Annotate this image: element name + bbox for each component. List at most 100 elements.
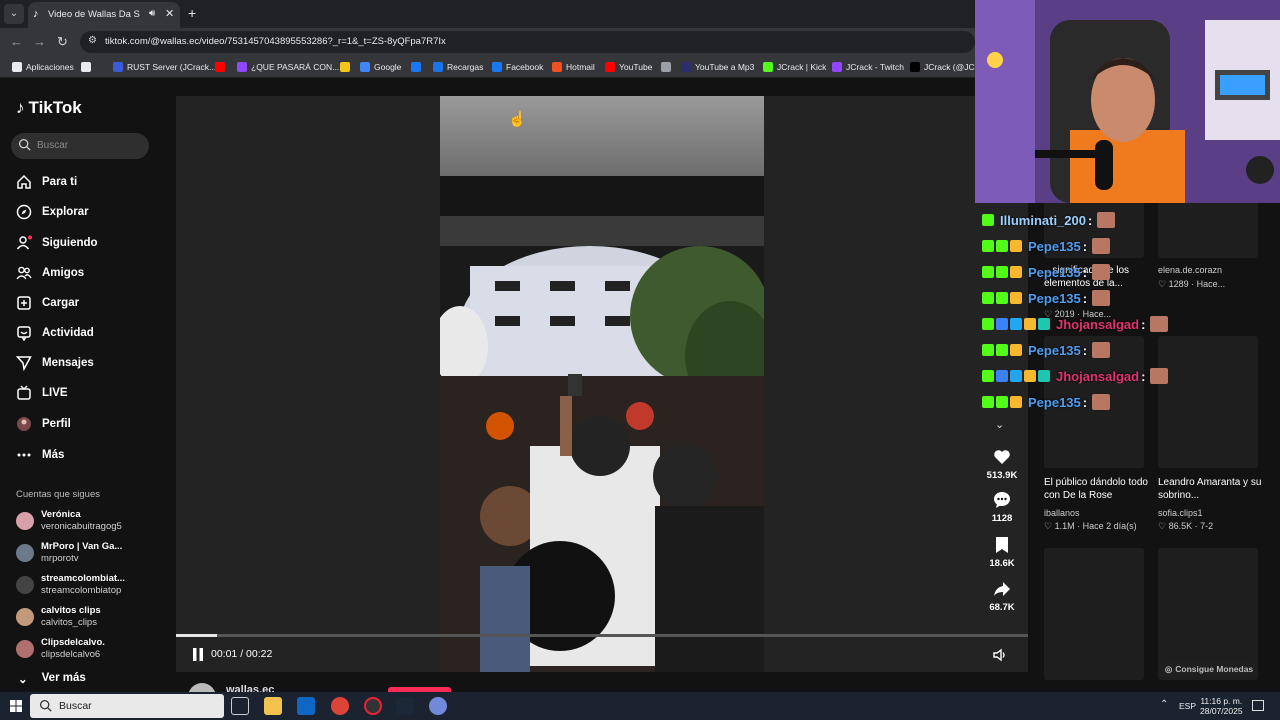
chat-username[interactable]: Illuminati_200: [1000, 213, 1086, 228]
chat-username[interactable]: Pepe135: [1028, 291, 1081, 306]
file-explorer-icon[interactable]: [264, 697, 282, 715]
chat-username[interactable]: Pepe135: [1028, 395, 1081, 410]
account-name: Verónica: [41, 509, 81, 520]
task-view-icon[interactable]: [231, 697, 249, 715]
obs-icon[interactable]: [364, 697, 382, 715]
bookmark-item[interactable]: YouTube: [605, 60, 652, 74]
keyboard-language[interactable]: ESP: [1179, 701, 1196, 711]
tray-expand-icon[interactable]: ⌃: [1160, 699, 1168, 710]
following-account[interactable]: Verónica veronicabuitragog5: [16, 508, 166, 534]
bookmark-item[interactable]: Aplicaciones: [12, 60, 74, 74]
bookmark-favicon-icon: [215, 62, 225, 72]
bookmark-item[interactable]: [215, 60, 225, 74]
card-username[interactable]: iballanos: [1044, 508, 1080, 518]
clock-date: 28/07/2025: [1200, 706, 1243, 716]
bookmark-item[interactable]: Facebook: [492, 60, 543, 74]
bookmark-item[interactable]: [661, 60, 671, 74]
sidebar-item-actividad[interactable]: Actividad: [16, 323, 94, 343]
bookmark-item[interactable]: [411, 60, 421, 74]
bookmark-item[interactable]: [81, 60, 91, 74]
bookmark-favicon-icon: [433, 62, 443, 72]
sidebar-item-mensajes[interactable]: Mensajes: [16, 353, 94, 373]
avatar: [16, 608, 34, 626]
chat-username[interactable]: Pepe135: [1028, 343, 1081, 358]
account-name: Clipsdelcalvo.: [41, 637, 105, 648]
video-progress-bar[interactable]: [176, 634, 1028, 637]
bookmark-item[interactable]: RUST Server (JCrack...: [113, 60, 216, 74]
sidebar-item-live[interactable]: LIVE: [16, 383, 68, 403]
save-button[interactable]: 18.6K: [982, 535, 1022, 569]
card-title[interactable]: El público dándolo todo con De la Rose: [1044, 476, 1154, 502]
following-account[interactable]: MrPoro | Van Ga... mrporotv: [16, 540, 166, 566]
card-title[interactable]: Leandro Amaranta y su sobrino...: [1158, 476, 1268, 502]
steam-icon[interactable]: [396, 697, 414, 715]
outlook-icon[interactable]: [297, 697, 315, 715]
card-username[interactable]: sofia.clips1: [1158, 508, 1203, 518]
url-text[interactable]: tiktok.com/@wallas.ec/video/753145704389…: [105, 36, 446, 47]
get-coins-button[interactable]: ◎ Consigue Monedas: [1160, 661, 1258, 677]
chat-separator: :: [1082, 238, 1088, 254]
audio-playing-icon[interactable]: 🔊︎: [149, 8, 155, 19]
comment-button[interactable]: 1128: [982, 490, 1022, 524]
reload-icon[interactable]: ↻: [57, 34, 68, 50]
active-tab[interactable]: ♪ Video de Wallas Da Silva (@ 🔊︎ ✕: [28, 2, 180, 28]
video-frame[interactable]: ☝: [440, 96, 764, 672]
sidebar-item-explorar[interactable]: Explorar: [16, 202, 89, 222]
following-account[interactable]: streamcolombiat... streamcolombiatop: [16, 572, 166, 598]
taskbar-clock[interactable]: 11:16 p. m. 28/07/2025: [1200, 696, 1243, 716]
chat-emote-icon: [1092, 394, 1111, 410]
like-button[interactable]: 513.9K: [982, 447, 1022, 481]
see-more-button[interactable]: ⌄ Ver más: [18, 672, 86, 686]
browser-toolbar: ← → ↻ ⚙ tiktok.com/@wallas.ec/video/7531…: [0, 28, 975, 56]
bookmark-item[interactable]: JCrack (@JCra: [910, 60, 982, 74]
volume-icon[interactable]: [992, 647, 1008, 663]
sidebar-item-amigos[interactable]: Amigos: [16, 263, 84, 283]
site-info-icon[interactable]: ⚙: [88, 35, 97, 46]
get-coins-label: Consigue Monedas: [1175, 664, 1254, 674]
chat-username[interactable]: Pepe135: [1028, 265, 1081, 280]
bookmark-item[interactable]: YouTube a Mp3: [681, 60, 754, 74]
forward-arrow-icon[interactable]: →: [33, 34, 46, 49]
bookmark-label: YouTube: [619, 62, 653, 72]
bookmark-item[interactable]: [340, 60, 350, 74]
bookmark-item[interactable]: ¿QUE PASARÁ CON...: [237, 60, 339, 74]
chevron-down-icon[interactable]: ⌄: [995, 418, 1004, 431]
video-time: 00:01 / 00:22: [211, 648, 273, 660]
card-meta: ♡ 86.5K · 7-2: [1158, 521, 1214, 531]
new-tab-button[interactable]: +: [188, 5, 196, 21]
sidebar-item-para-ti[interactable]: Para ti: [16, 172, 77, 192]
chat-badge-icon: [996, 292, 1008, 304]
share-button[interactable]: 68.7K: [982, 579, 1022, 613]
chat-message: Jhojansalgad :: [982, 366, 1169, 386]
address-bar[interactable]: ⚙ tiktok.com/@wallas.ec/video/7531457043…: [80, 31, 975, 53]
close-tab-icon[interactable]: ✕: [165, 7, 174, 20]
search-input[interactable]: Buscar: [11, 133, 149, 159]
pause-icon[interactable]: [192, 648, 204, 661]
sidebar-item-perfil[interactable]: Perfil: [16, 414, 71, 434]
bookmark-item[interactable]: Google: [360, 60, 401, 74]
chat-username[interactable]: Pepe135: [1028, 239, 1081, 254]
sidebar-item-m-s[interactable]: Más: [16, 445, 64, 465]
taskbar-search-input[interactable]: Buscar: [30, 694, 224, 718]
sidebar-item-siguiendo[interactable]: Siguiendo: [16, 233, 98, 253]
following-account[interactable]: calvitos clips calvitos_clips: [16, 604, 166, 630]
chat-username[interactable]: Jhojansalgad: [1056, 369, 1139, 384]
back-arrow-icon[interactable]: ←: [10, 34, 23, 49]
bookmark-item[interactable]: Hotmail: [552, 60, 595, 74]
chat-username[interactable]: Jhojansalgad: [1056, 317, 1139, 332]
notification-center-icon[interactable]: [1252, 700, 1264, 711]
video-thumbnail[interactable]: [1044, 548, 1144, 680]
tiktok-logo[interactable]: ♪ TikTok: [16, 98, 82, 118]
bookmark-label: ¿QUE PASARÁ CON...: [251, 62, 340, 72]
clock-time: 11:16 p. m.: [1200, 696, 1243, 706]
following-account[interactable]: Clipsdelcalvo. clipsdelcalvo6: [16, 636, 166, 662]
bookmark-item[interactable]: JCrack | Kick: [763, 60, 826, 74]
video-player[interactable]: ☝ 00:01 / 00:22: [176, 96, 1028, 672]
sidebar-item-cargar[interactable]: Cargar: [16, 293, 79, 313]
discord-icon[interactable]: [429, 697, 447, 715]
bookmark-item[interactable]: JCrack - Twitch: [832, 60, 904, 74]
tab-search-button[interactable]: ⌄: [4, 4, 24, 24]
bookmark-item[interactable]: Recargas: [433, 60, 483, 74]
chrome-icon[interactable]: [331, 697, 349, 715]
windows-start-icon[interactable]: [10, 700, 22, 712]
